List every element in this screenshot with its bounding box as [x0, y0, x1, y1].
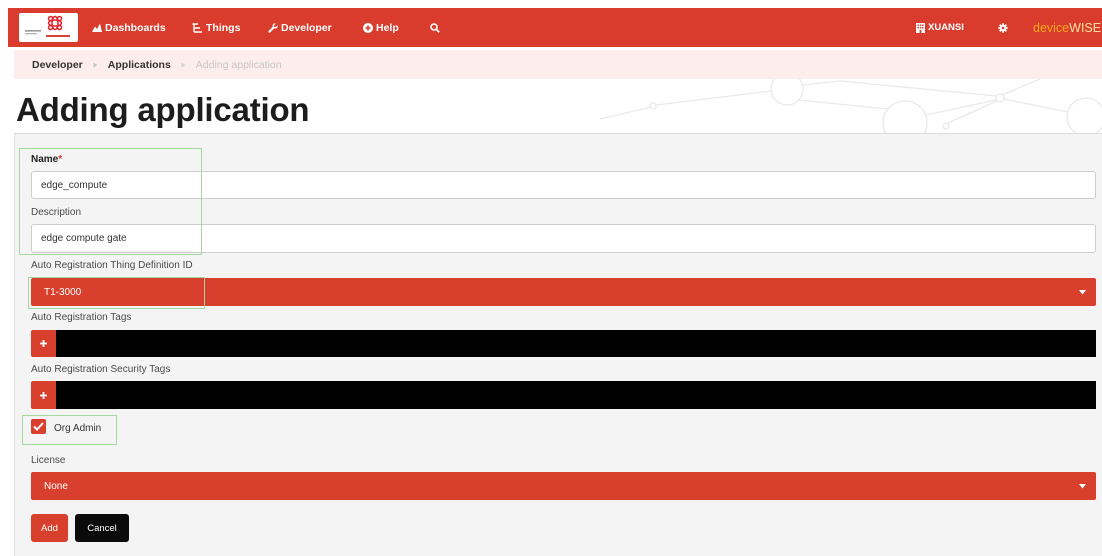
devicewise-brand-logo: device WISE — [1033, 8, 1101, 47]
thing-definition-label: Auto Registration Thing Definition ID — [31, 260, 193, 271]
network-background-graphic — [599, 79, 1102, 133]
tags-label: Auto Registration Tags — [31, 312, 132, 323]
description-input[interactable] — [31, 224, 1096, 253]
area-chart-icon — [92, 23, 102, 32]
security-tags-label: Auto Registration Security Tags — [31, 364, 171, 375]
org-switcher[interactable]: XUANSI — [916, 8, 964, 47]
add-button[interactable]: Add — [31, 514, 68, 542]
add-security-tag-button[interactable] — [31, 381, 56, 409]
license-select[interactable]: None — [31, 472, 1096, 500]
plus-circle-icon — [363, 22, 373, 33]
thing-definition-selected: T1-3000 — [44, 286, 82, 298]
name-label: Name* — [31, 154, 62, 166]
add-application-form: Name* Description Auto Registration Thin… — [14, 133, 1102, 556]
breadcrumb: Developer Applications Adding applicatio… — [14, 50, 1102, 79]
nav-dashboards-label: Dashboards — [105, 21, 166, 34]
china-unicom-logo[interactable] — [19, 13, 78, 42]
caret-down-icon — [1079, 290, 1086, 295]
brand-device-text: device — [1033, 20, 1070, 35]
cancel-button[interactable]: Cancel — [75, 514, 129, 542]
thing-definition-select[interactable]: T1-3000 — [31, 278, 1096, 306]
license-label: License — [31, 455, 66, 466]
plus-icon — [40, 340, 47, 347]
search-button[interactable] — [430, 8, 440, 47]
plus-icon — [40, 391, 47, 399]
hierarchy-icon — [192, 22, 203, 33]
settings-button[interactable] — [998, 8, 1008, 47]
caret-down-icon — [1079, 484, 1086, 489]
search-icon — [430, 22, 440, 33]
page-title: Adding application — [16, 91, 310, 128]
breadcrumb-separator-icon — [93, 62, 98, 68]
nav-help-label: Help — [376, 21, 399, 34]
top-nav-bar: Dashboards Things Developer Help XUANSI — [8, 8, 1102, 47]
nav-dashboards[interactable]: Dashboards — [92, 8, 166, 47]
checkmark-icon — [33, 422, 44, 431]
tags-input-redacted[interactable] — [56, 330, 1096, 357]
security-tags-field — [31, 381, 1096, 409]
description-label: Description — [31, 207, 82, 218]
required-mark: * — [58, 154, 63, 165]
org-admin-label[interactable]: Org Admin — [54, 423, 101, 435]
building-icon — [916, 22, 925, 33]
security-tags-input-redacted[interactable] — [56, 381, 1096, 409]
brand-wise-text: WISE — [1069, 20, 1102, 35]
breadcrumb-applications[interactable]: Applications — [108, 59, 171, 71]
add-tag-button[interactable] — [31, 330, 56, 357]
nav-things[interactable]: Things — [192, 8, 240, 47]
breadcrumb-separator-icon — [181, 62, 186, 68]
breadcrumb-current: Adding application — [195, 58, 282, 71]
org-admin-checkbox[interactable] — [31, 419, 46, 434]
name-input[interactable] — [31, 171, 1096, 199]
nav-developer-label: Developer — [281, 21, 332, 34]
wrench-icon — [268, 22, 278, 33]
tags-field — [31, 330, 1096, 357]
unicom-knot-icon — [25, 15, 70, 37]
name-label-text: Name — [31, 154, 59, 165]
license-selected: None — [44, 480, 68, 492]
nav-help[interactable]: Help — [363, 8, 399, 47]
breadcrumb-developer[interactable]: Developer — [32, 59, 83, 71]
nav-developer[interactable]: Developer — [268, 8, 332, 47]
org-name: XUANSI — [928, 22, 964, 33]
gear-icon — [998, 22, 1008, 33]
nav-things-label: Things — [206, 21, 241, 34]
